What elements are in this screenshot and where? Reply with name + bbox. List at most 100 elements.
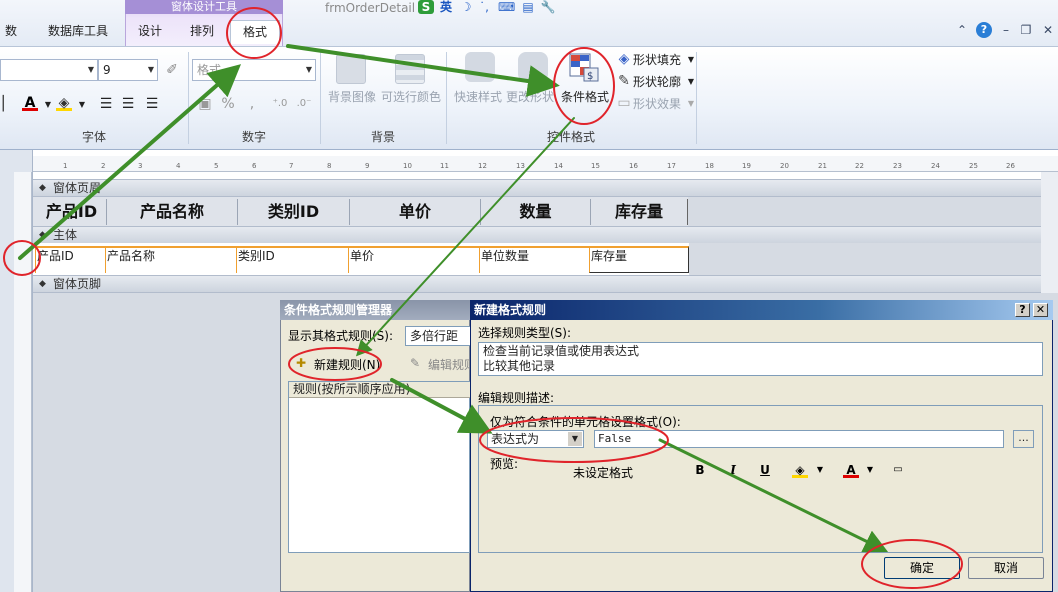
detail-section-bar[interactable]: ◆ 主体 — [33, 226, 1041, 244]
close-icon[interactable]: ✕ — [1040, 22, 1056, 38]
underline-partial-icon[interactable]: ▏ — [0, 96, 16, 112]
conditional-format-button[interactable]: 条件格式 — [556, 88, 614, 105]
font-color-icon[interactable]: A — [22, 95, 38, 111]
ruler-number: 3 — [138, 162, 143, 170]
header-label[interactable]: 数量 — [481, 199, 591, 225]
shape-outline-icon[interactable]: ✎ — [616, 73, 632, 89]
ime-lang[interactable]: 英 — [438, 0, 454, 14]
format-preview-icon[interactable]: ▭ — [890, 462, 906, 478]
detail-field[interactable]: 库存量 — [589, 246, 689, 273]
shape-effect-button[interactable]: 形状效果 — [633, 95, 681, 112]
bold-button[interactable]: B — [692, 462, 708, 478]
align-right-icon[interactable]: ☰ — [144, 96, 160, 112]
edit-rule-icon: ✎ — [410, 356, 421, 370]
italic-button[interactable]: I — [725, 462, 741, 478]
format-combo[interactable]: 格式 ▼ — [192, 59, 316, 81]
help-button[interactable]: ? — [1015, 303, 1030, 317]
context-group-label: 窗体设计工具 — [125, 0, 283, 14]
condition-type-select[interactable]: 表达式为 ▼ — [487, 430, 584, 448]
tab-database-tools[interactable]: 数据库工具 — [40, 20, 116, 44]
preview-text: 未设定格式 — [573, 466, 634, 480]
font-size-combo[interactable]: 9 ▼ — [98, 59, 158, 81]
detail-field[interactable]: 单位数量 — [479, 246, 589, 273]
skin-icon[interactable]: ▤ — [520, 0, 536, 14]
ruler-ticks: 1 2 3 4 5 6 7 8 9 10 11 12 13 14 15 16 17 18 19 20 21 22 23 24 2… — [33, 156, 1058, 172]
align-center-icon[interactable]: ☰ — [120, 96, 136, 112]
edit-rule-button[interactable]: 编辑规则 — [428, 358, 470, 372]
shape-fill-icon[interactable]: ◈ — [616, 51, 632, 67]
increase-decimal-icon[interactable]: ⁺.0 — [272, 96, 288, 112]
conditional-format-icon[interactable]: $ — [566, 52, 600, 84]
new-rule-button[interactable]: 新建规则(N) — [314, 358, 380, 372]
fill-color-icon[interactable]: ◈ — [56, 95, 72, 111]
form-footer-bar[interactable]: ◆ 窗体页脚 — [33, 275, 1041, 293]
quick-style-button[interactable]: 快速样式 — [452, 88, 504, 105]
detail-field[interactable]: 产品名称 — [105, 246, 236, 273]
format-painter-icon[interactable]: ✐ — [164, 62, 180, 78]
header-label[interactable]: 库存量 — [591, 199, 688, 225]
show-rules-select[interactable]: 多倍行距 — [405, 326, 471, 346]
alternate-row-color-button[interactable]: 可选行颜色 — [380, 88, 442, 105]
restore-icon[interactable]: ❐ — [1018, 22, 1034, 38]
wrench-icon[interactable]: 🔧 — [540, 0, 556, 14]
font-name-combo[interactable]: ▼ — [0, 59, 98, 81]
shape-fill-button[interactable]: 形状填充 — [633, 51, 681, 68]
close-button[interactable]: ✕ — [1033, 303, 1048, 317]
change-shape-button[interactable]: 更改形状 — [506, 88, 554, 105]
change-shape-icon[interactable] — [518, 52, 548, 82]
decrease-decimal-icon[interactable]: .0⁻ — [296, 96, 312, 112]
help-icon[interactable]: ? — [976, 22, 992, 38]
expression-input[interactable]: False — [594, 430, 1004, 448]
ruler-number: 20 — [780, 162, 789, 170]
header-label[interactable]: 产品名称 — [107, 199, 238, 225]
quick-style-icon[interactable] — [465, 52, 495, 82]
background-image-icon[interactable] — [336, 54, 366, 84]
alternate-row-color-icon[interactable] — [395, 54, 425, 84]
text-color-button[interactable]: A — [843, 462, 859, 478]
form-header-bar[interactable]: ◆ 窗体页眉 — [33, 179, 1041, 197]
font-color-arrow-icon[interactable]: ▼ — [40, 97, 56, 113]
keyboard-icon[interactable]: ⌨ — [498, 0, 515, 14]
detail-field[interactable]: 类别ID — [236, 246, 348, 273]
header-label[interactable]: 类别ID — [238, 199, 350, 225]
text-color-arrow-icon[interactable]: ▼ — [862, 462, 878, 478]
tab-arrange[interactable]: 排列 — [180, 20, 224, 44]
tab-format[interactable]: 格式 — [230, 20, 280, 44]
currency-icon[interactable]: ▣ — [197, 96, 213, 112]
rule-type-item[interactable]: 检查当前记录值或使用表达式 — [479, 344, 1042, 359]
ruler-number: 11 — [440, 162, 449, 170]
rules-list[interactable] — [288, 381, 470, 553]
tab-design[interactable]: 设计 — [130, 20, 170, 44]
sogou-s-icon[interactable]: S — [418, 0, 434, 14]
ruler-number: 2 — [101, 162, 106, 170]
expression-builder-button[interactable]: ... — [1013, 430, 1034, 448]
rule-type-item[interactable]: 比较其他记录 — [479, 359, 1042, 374]
shape-effect-icon[interactable]: ▭ — [616, 95, 632, 111]
ribbon-collapse-icon[interactable]: ⌃ — [954, 22, 970, 38]
ruler-number: 26 — [1006, 162, 1015, 170]
detail-field[interactable]: 单价 — [348, 246, 479, 273]
ruler-number: 12 — [478, 162, 487, 170]
detail-field[interactable]: 产品ID — [35, 246, 105, 273]
underline-button[interactable]: U — [757, 462, 773, 478]
group-label-number: 数字 — [241, 130, 266, 144]
group-separator — [696, 52, 697, 144]
fill-bucket-icon[interactable]: ◈ — [792, 462, 808, 478]
header-label[interactable]: 单价 — [350, 199, 481, 225]
fill-arrow-icon[interactable]: ▼ — [812, 462, 828, 478]
comma-icon[interactable]: , — [244, 96, 260, 112]
shape-outline-button[interactable]: 形状轮廓 — [633, 73, 681, 90]
align-left-icon[interactable]: ☰ — [98, 96, 114, 112]
tab-data[interactable]: 数据 — [0, 20, 22, 60]
moon-icon[interactable]: ☽ — [458, 0, 474, 14]
ok-button[interactable]: 确定 — [884, 557, 960, 579]
ruler-number: 1 — [63, 162, 68, 170]
percent-icon[interactable]: % — [220, 96, 236, 112]
cancel-button[interactable]: 取消 — [968, 557, 1044, 579]
header-label[interactable]: 产品ID — [37, 199, 107, 225]
background-image-button[interactable]: 背景图像 — [326, 88, 378, 105]
fill-color-arrow-icon[interactable]: ▼ — [74, 97, 90, 113]
ruler-number: 22 — [855, 162, 864, 170]
minimize-icon[interactable]: – — [998, 22, 1014, 38]
punctuation-icon[interactable]: ˙, — [476, 0, 492, 14]
